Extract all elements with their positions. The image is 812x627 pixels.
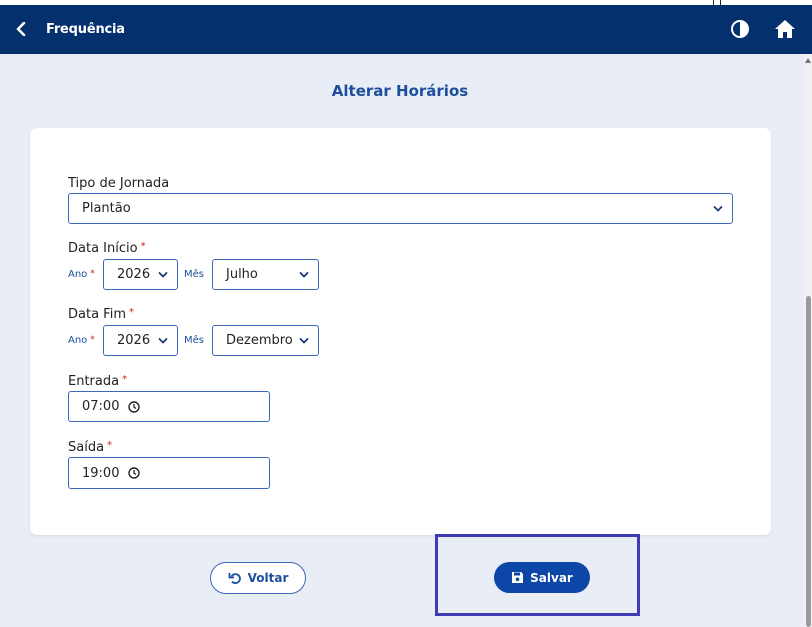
page-title: Alterar Horários bbox=[331, 82, 469, 100]
chevron-down-icon bbox=[158, 271, 168, 278]
home-icon bbox=[775, 20, 795, 38]
tipo-jornada-label: Tipo de Jornada bbox=[68, 176, 170, 191]
save-icon bbox=[512, 572, 524, 583]
header-title: Frequência bbox=[46, 22, 125, 37]
scrollbar-thumb[interactable] bbox=[806, 296, 811, 627]
clock-icon[interactable] bbox=[128, 467, 141, 479]
data-fim-label: Data Fim * bbox=[68, 307, 134, 322]
data-fim-mes-label: Mês bbox=[184, 335, 204, 346]
data-inicio-mes-label: Mês bbox=[184, 269, 204, 280]
data-inicio-ano-select[interactable]: 2026 bbox=[103, 259, 178, 290]
tipo-jornada-value: Plantão bbox=[82, 201, 131, 216]
saida-label: Saída * bbox=[68, 440, 113, 455]
home-button[interactable] bbox=[773, 17, 797, 41]
contrast-icon bbox=[731, 20, 749, 38]
voltar-button[interactable]: Voltar bbox=[210, 562, 306, 594]
saida-time-input[interactable]: 19:00 bbox=[68, 457, 270, 489]
data-inicio-ano-label: Ano * bbox=[68, 269, 95, 280]
data-fim-mes-value: Dezembro bbox=[226, 333, 293, 348]
back-button[interactable] bbox=[12, 18, 30, 40]
scroll-up-arrow[interactable] bbox=[805, 58, 811, 63]
salvar-button[interactable]: Salvar bbox=[494, 562, 590, 593]
chevron-left-icon bbox=[16, 22, 26, 36]
data-fim-ano-label: Ano * bbox=[68, 335, 95, 346]
entrada-time-input[interactable]: 07:00 bbox=[68, 391, 270, 422]
undo-icon bbox=[228, 573, 241, 585]
entrada-value: 07:00 bbox=[82, 399, 120, 414]
voltar-label: Voltar bbox=[247, 571, 289, 585]
entrada-label: Entrada * bbox=[68, 374, 128, 389]
saida-value: 19:00 bbox=[82, 465, 120, 481]
chevron-down-icon bbox=[713, 205, 723, 212]
data-fim-ano-select[interactable]: 2026 bbox=[103, 325, 178, 356]
contrast-toggle-button[interactable] bbox=[729, 18, 751, 40]
data-fim-mes-select[interactable]: Dezembro bbox=[212, 325, 319, 356]
data-inicio-mes-select[interactable]: Julho bbox=[212, 259, 319, 290]
chevron-down-icon bbox=[158, 337, 168, 344]
data-inicio-ano-value: 2026 bbox=[117, 267, 151, 282]
data-inicio-label: Data Início * bbox=[68, 241, 146, 256]
tipo-jornada-select[interactable]: Plantão bbox=[68, 193, 733, 224]
header-bar: Frequência bbox=[0, 5, 812, 54]
chevron-down-icon bbox=[299, 271, 309, 278]
salvar-label: Salvar bbox=[530, 570, 573, 585]
chevron-down-icon bbox=[299, 337, 309, 344]
clock-icon[interactable] bbox=[128, 400, 141, 413]
data-inicio-mes-value: Julho bbox=[226, 267, 258, 282]
data-fim-ano-value: 2026 bbox=[117, 333, 151, 348]
